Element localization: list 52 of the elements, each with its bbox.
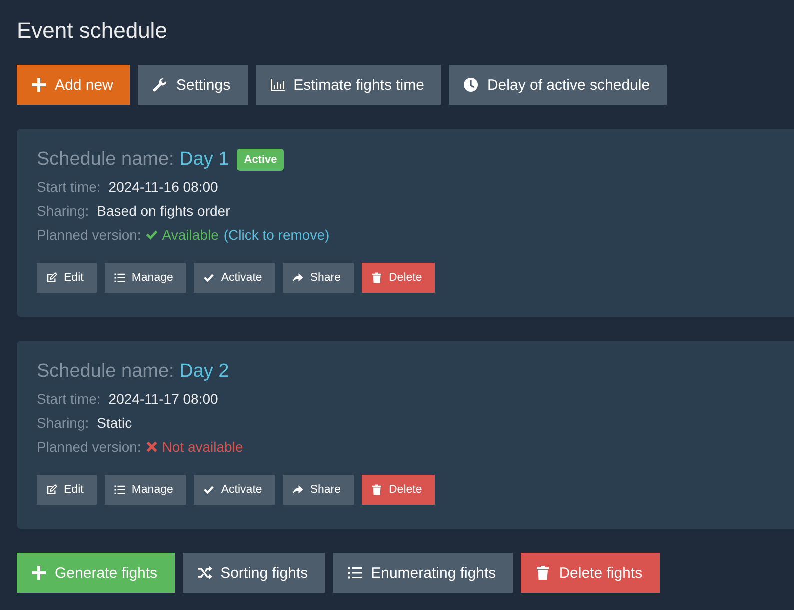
plus-icon [31, 565, 47, 581]
plus-icon [31, 77, 47, 93]
wrench-icon [152, 77, 168, 93]
check-icon [203, 272, 216, 284]
remove-link[interactable]: (Click to remove) [224, 223, 330, 247]
bar-chart-icon [270, 77, 286, 93]
shuffle-icon [196, 565, 213, 581]
page-title: Event schedule [17, 17, 168, 45]
edit-icon [46, 272, 58, 284]
toolbar-button[interactable]: Delay of active schedule [449, 65, 668, 105]
availability-status: Not available [162, 438, 244, 457]
list-icon [114, 484, 126, 496]
check-icon [203, 484, 216, 496]
field-label: Sharing: [37, 202, 90, 221]
share-icon [292, 272, 304, 284]
clock-icon [463, 77, 480, 93]
field-value: 2024-11-16 08:00 [108, 178, 218, 197]
card-button[interactable]: Manage [104, 263, 186, 293]
action-button[interactable]: Enumerating fights [333, 553, 514, 593]
active-badge: Active [237, 149, 284, 171]
field-value: 2024-11-17 08:00 [108, 390, 218, 409]
card-button[interactable]: Edit [37, 263, 97, 293]
trash-icon [535, 565, 552, 581]
card-button[interactable]: Manage [104, 475, 186, 505]
field-label: Planned version: [37, 226, 142, 245]
list-icon [347, 565, 364, 581]
field-value: Static [97, 414, 132, 433]
field-label: Start time: [37, 178, 101, 197]
card-button[interactable]: Share [283, 475, 354, 505]
schedule-name: Schedule name: Day 1 [37, 149, 230, 171]
edit-icon [46, 484, 58, 496]
toolbar-button[interactable]: Estimate fights time [256, 65, 442, 105]
trash-icon [371, 272, 383, 284]
toolbar-button[interactable]: Add new [17, 65, 130, 105]
share-icon [292, 484, 304, 496]
field-label: Sharing: [37, 414, 90, 433]
card-button[interactable]: Delete [362, 263, 436, 293]
card-button[interactable]: Share [283, 263, 354, 293]
availability-status: Available [162, 226, 219, 245]
card-button[interactable]: Edit [37, 475, 97, 505]
action-button[interactable]: Sorting fights [182, 553, 326, 593]
card-button[interactable]: Activate [194, 475, 276, 505]
toolbar-button[interactable]: Settings [138, 65, 248, 105]
card-button[interactable]: Delete [362, 475, 436, 505]
schedule-name: Schedule name: Day 2 [37, 361, 230, 383]
field-label: Start time: [37, 390, 101, 409]
field-label: Planned version: [37, 438, 142, 457]
list-icon [114, 272, 126, 284]
card-button[interactable]: Activate [194, 263, 276, 293]
trash-icon [371, 484, 383, 496]
action-button[interactable]: Delete fights [521, 553, 660, 593]
field-value: Based on fights order [97, 202, 230, 221]
